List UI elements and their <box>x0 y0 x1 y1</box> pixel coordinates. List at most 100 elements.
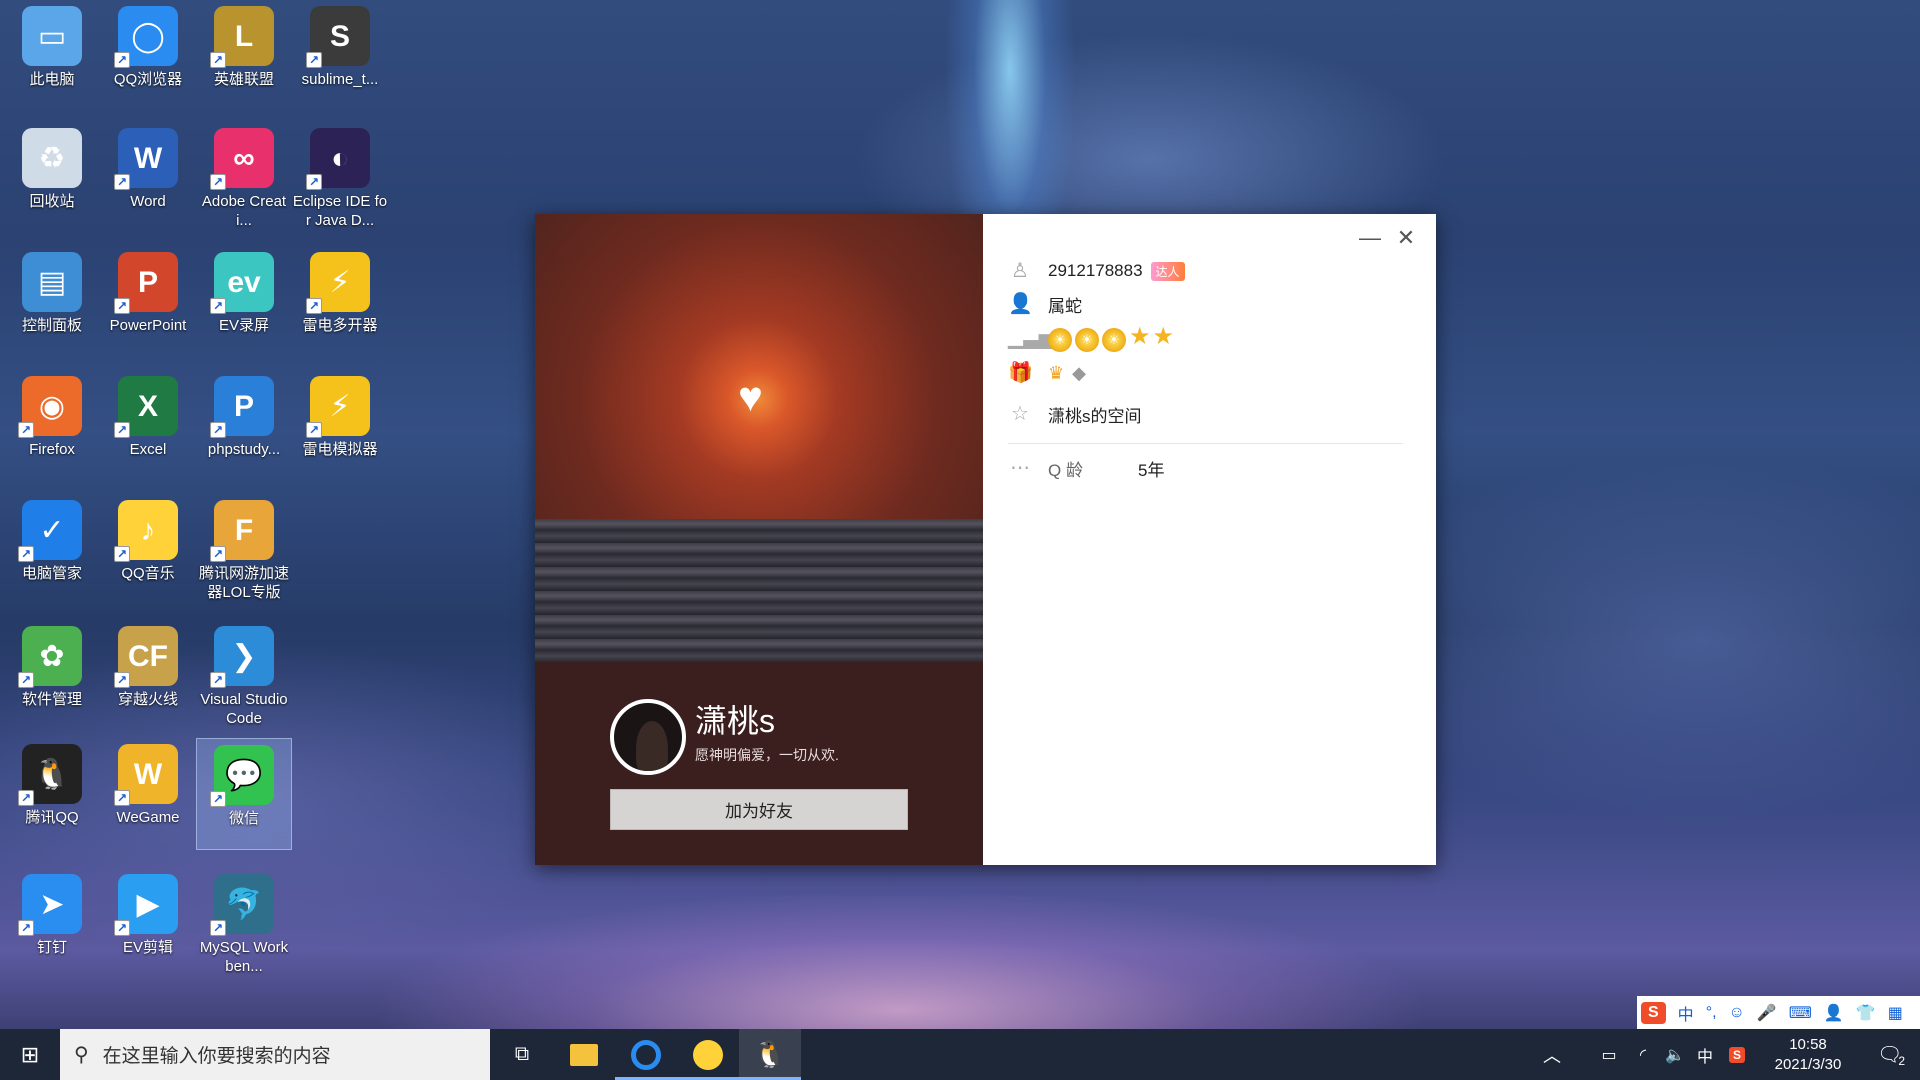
notification-center-icon[interactable]: 🗨 2 <box>1866 1029 1916 1080</box>
desktop-icon-label: Adobe Creati... <box>201 193 287 229</box>
desktop-icon-eclipse[interactable]: ◐ ↗ Eclipse IDE for Java D... <box>292 122 388 234</box>
qage-label: Q 龄 <box>1048 460 1083 480</box>
desktop-icon-word[interactable]: W ↗ Word <box>100 122 196 234</box>
shortcut-arrow-icon: ↗ <box>306 298 322 314</box>
desktop-icon-label: Visual Studio Code <box>200 691 288 727</box>
minimize-button[interactable]: — <box>1355 224 1385 252</box>
desktop-icon-phpstudy[interactable]: P ↗ phpstudy... <box>196 370 292 482</box>
cover-photo-sea <box>535 519 983 662</box>
volume-icon[interactable]: 🔈 <box>1660 1029 1690 1080</box>
desktop-icon-vscode[interactable]: ❯ ↗ Visual Studio Code <box>196 620 292 732</box>
desktop-icon-qq-music[interactable]: ♪ ↗ QQ音乐 <box>100 494 196 606</box>
desktop-icon-computer[interactable]: ▭ 此电脑 <box>4 0 100 112</box>
shortcut-arrow-icon: ↗ <box>114 422 130 438</box>
shortcut-arrow-icon: ↗ <box>210 422 226 438</box>
desktop-icon-ev-editor[interactable]: ▶ ↗ EV剪辑 <box>100 868 196 980</box>
vip-row: 🎁 ♛ ◆ <box>1008 359 1086 387</box>
ev-recorder-icon: ev ↗ <box>210 252 274 314</box>
taskbar-qq-music[interactable] <box>677 1029 739 1080</box>
skin-icon[interactable]: 👕 <box>1856 1003 1876 1023</box>
vip-icon[interactable]: ♛ <box>1048 363 1064 384</box>
desktop-icon-label: QQ音乐 <box>121 565 175 582</box>
desktop-icon-software-manager[interactable]: ✿ ↗ 软件管理 <box>4 620 100 732</box>
qq-music-icon <box>693 1039 723 1070</box>
talent-badge[interactable]: 达人 <box>1150 261 1185 281</box>
emoji-icon[interactable]: ☺ <box>1729 1004 1745 1022</box>
desktop-icon-ldmulti[interactable]: ⚡ ↗ 雷电多开器 <box>292 246 388 358</box>
desktop-icon-dingtalk[interactable]: ➤ ↗ 钉钉 <box>4 868 100 980</box>
add-friend-button[interactable]: 加为好友 <box>610 789 908 830</box>
qq-number: 2912178883 <box>1048 261 1143 280</box>
battery-icon[interactable]: ▭ <box>1594 1029 1624 1080</box>
level-badges[interactable]: ☀ ☀ ☀ ★★ <box>1048 324 1176 352</box>
desktop-icon-label: EV录屏 <box>218 317 269 334</box>
desktop-icon-control-panel[interactable]: ▤ 控制面板 <box>4 246 100 358</box>
desktop-icon-label: 回收站 <box>29 193 75 210</box>
desktop-icon-pc-manager[interactable]: ✓ ↗ 电脑管家 <box>4 494 100 606</box>
shortcut-arrow-icon: ↗ <box>114 298 130 314</box>
shortcut-arrow-icon: ↗ <box>18 790 34 806</box>
microphone-icon[interactable]: 🎤 <box>1757 1003 1777 1023</box>
ime-indicator[interactable]: 中 <box>1690 1029 1720 1080</box>
close-button[interactable]: ✕ <box>1391 224 1421 252</box>
ev-editor-icon: ▶ ↗ <box>114 874 178 936</box>
user-icon[interactable]: 👤 <box>1824 1003 1844 1023</box>
desktop-icon-excel[interactable]: X ↗ Excel <box>100 370 196 482</box>
qzone-row: ☆ 潇桃s的空间 <box>1008 400 1142 428</box>
desktop-icon-label: Excel <box>129 441 167 458</box>
taskbar-clock[interactable]: 10:58 2021/3/30 <box>1760 1029 1856 1080</box>
start-windows-icon[interactable]: ⊞ <box>0 1029 60 1080</box>
desktop-icon-firefox[interactable]: ◉ ↗ Firefox <box>4 370 100 482</box>
desktop-icon-recycle-bin[interactable]: ♻ 回收站 <box>4 122 100 234</box>
show-hidden-icons-chevron-icon[interactable]: ︿ <box>1530 1029 1574 1080</box>
diamond-icon[interactable]: ◆ <box>1072 363 1086 384</box>
desktop-icon-ldplayer[interactable]: ⚡ ↗ 雷电模拟器 <box>292 370 388 482</box>
desktop-icon-powerpoint[interactable]: P ↗ PowerPoint <box>100 246 196 358</box>
keyboard-icon[interactable]: ⌨ <box>1789 1003 1812 1023</box>
profile-left-panel: ♥ 潇桃s 愿神明偏爱，一切从欢. 加为好友 <box>535 214 983 865</box>
taskbar-file-explorer[interactable] <box>553 1029 615 1080</box>
qzone-link[interactable]: 潇桃s的空间 <box>1048 402 1142 427</box>
task-view-icon[interactable]: ⧉ <box>496 1029 548 1080</box>
shortcut-arrow-icon: ↗ <box>210 791 226 807</box>
desktop-icon-wechat[interactable]: 💬 ↗ 微信 <box>196 738 292 850</box>
sogou-tray-icon[interactable]: S <box>1722 1029 1752 1080</box>
taskbar-qq-browser[interactable] <box>615 1029 677 1080</box>
qq-browser-icon: ◯ ↗ <box>114 6 178 68</box>
ime-punctuation-toggle[interactable]: °, <box>1706 1004 1717 1022</box>
desktop-icon-qq-browser[interactable]: ◯ ↗ QQ浏览器 <box>100 0 196 112</box>
qq-number-row: ♙ 2912178883 达人 <box>1008 257 1185 285</box>
adobe-cc-icon: ∞ ↗ <box>210 128 274 190</box>
desktop-icon-mysql-workbench[interactable]: 🐬 ↗ MySQL Workben... <box>196 868 292 980</box>
wifi-icon[interactable]: ◜ <box>1628 1029 1658 1080</box>
desktop-icon-adobe-cc[interactable]: ∞ ↗ Adobe Creati... <box>196 122 292 234</box>
taskbar: ⊞ ⚲ 在这里输入你要搜索的内容 ⧉ 🐧 ︿ ▭ ◜ 🔈 中 S 10:58 2… <box>0 1029 1920 1080</box>
level-sun-icon: ☀ <box>1075 327 1099 352</box>
sogou-logo-icon[interactable]: S <box>1641 1001 1666 1024</box>
desktop-icon-crossfire[interactable]: CF ↗ 穿越火线 <box>100 620 196 732</box>
desktop-icon-game-accelerator[interactable]: F ↗ 腾讯网游加速器LOL专版 <box>196 494 292 606</box>
ime-mode-toggle[interactable]: 中 <box>1678 1001 1694 1025</box>
shortcut-arrow-icon: ↗ <box>210 52 226 68</box>
taskbar-search-box[interactable]: ⚲ 在这里输入你要搜索的内容 <box>60 1029 490 1080</box>
desktop-icon-label: Word <box>130 193 166 210</box>
desktop-icon-wegame[interactable]: W ↗ WeGame <box>100 738 196 850</box>
desktop-icon-label: QQ浏览器 <box>113 71 183 88</box>
qage-value: 5年 <box>1138 460 1165 480</box>
qq-penguin-outline-icon: ♙ <box>1011 260 1029 282</box>
clock-date: 2021/3/30 <box>1774 1055 1842 1073</box>
desktop-icon-qq[interactable]: 🐧 ↗ 腾讯QQ <box>4 738 100 850</box>
heart-sun-icon: ♥ <box>738 373 763 420</box>
desktop-icon-label: MySQL Workben... <box>199 939 289 975</box>
toolbox-icon[interactable]: ▦ <box>1888 1003 1903 1023</box>
desktop-icon-ev-recorder[interactable]: ev ↗ EV录屏 <box>196 246 292 358</box>
desktop-icon-label: Eclipse IDE for Java D... <box>292 193 388 229</box>
shortcut-arrow-icon: ↗ <box>210 672 226 688</box>
desktop-icon-league-of-legends[interactable]: L ↗ 英雄联盟 <box>196 0 292 112</box>
wegame-icon: W ↗ <box>114 744 178 806</box>
profile-right-panel: — ✕ ♙ 2912178883 达人 👤 属蛇 ▁▃▅ ☀ ☀ ☀ ★★ 🎁 ♛ ◆… <box>983 214 1436 865</box>
taskbar-qq[interactable]: 🐧 <box>739 1029 801 1080</box>
avatar[interactable] <box>610 699 686 775</box>
desktop-icon-sublime-text[interactable]: S ↗ sublime_t... <box>292 0 388 112</box>
desktop-icon-label: 软件管理 <box>21 691 82 708</box>
